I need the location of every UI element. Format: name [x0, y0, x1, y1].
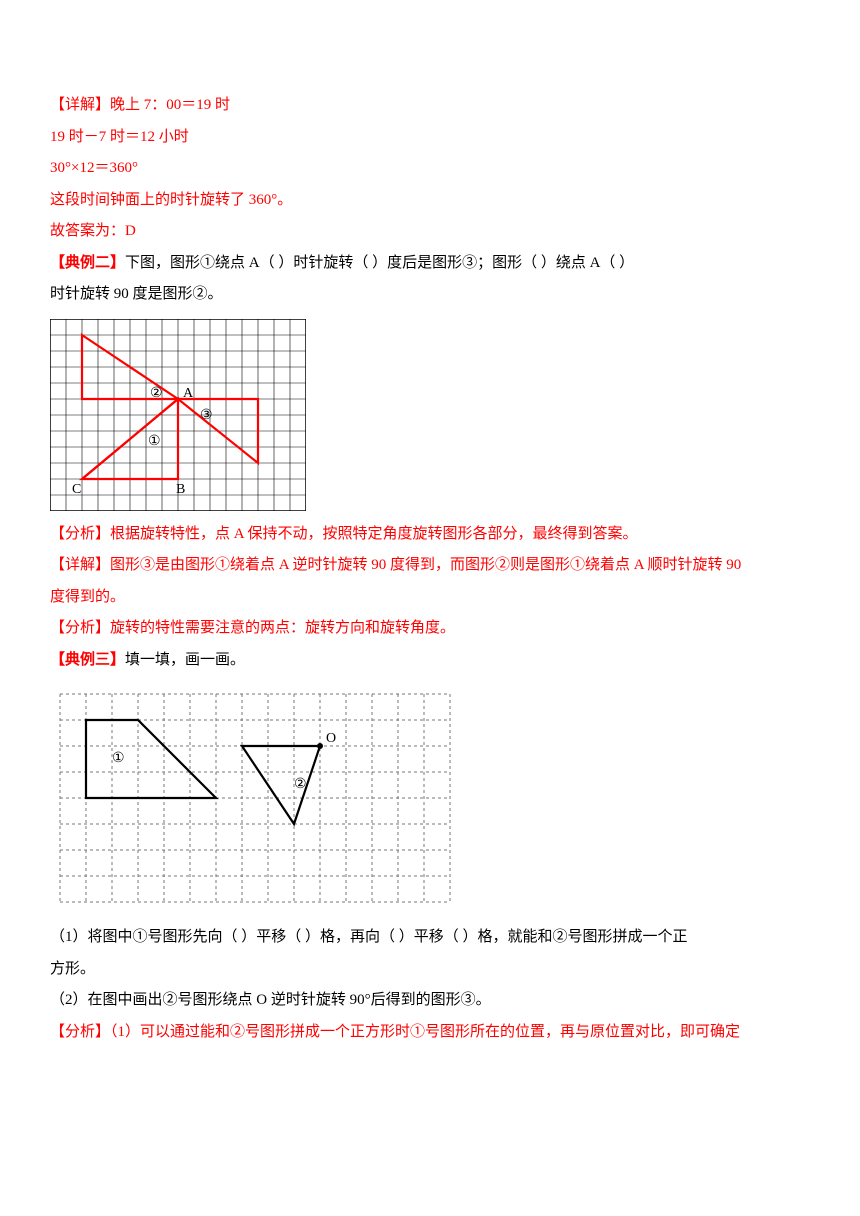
page: 【详解】晚上 7：00＝19 时 19 时－7 时＝12 小时 30°×12＝3… — [0, 0, 860, 1088]
example-text: 下图，图形①绕点 A（ ）时针旋转（ ）度后是图形③；图形（ ）绕点 A（ ） — [125, 255, 634, 271]
svg-text:①: ① — [148, 434, 161, 449]
analysis-line: 【分析】（1）可以通过能和②号图形拼成一个正方形时①号图形所在的位置，再与原位置… — [50, 1017, 810, 1049]
example-text: 填一填，画一画。 — [125, 652, 245, 668]
question-1-cont: 方形。 — [50, 954, 810, 986]
svg-text:②: ② — [150, 386, 163, 401]
calc-line: 30°×12＝360° — [50, 153, 810, 185]
svg-text:B: B — [176, 482, 185, 497]
answer-line: 故答案为：D — [50, 216, 810, 248]
detail-line-cont: 度得到的。 — [50, 582, 810, 614]
question-1: （1）将图中①号图形先向（ ）平移（ ）格，再向（ ）平移（ ）格，就能和②号图… — [50, 922, 810, 954]
svg-text:③: ③ — [200, 408, 213, 423]
example-tag: 【典例二】 — [50, 255, 125, 271]
example-2-prompt: 【典例二】下图，图形①绕点 A（ ）时针旋转（ ）度后是图形③；图形（ ）绕点 … — [50, 248, 810, 280]
grid-figure-icon: ① ② O — [50, 684, 460, 914]
detail-line: 【详解】图形③是由图形①绕着点 A 逆时针旋转 90 度得到，而图形②则是图形①… — [50, 550, 810, 582]
svg-text:①: ① — [112, 751, 125, 766]
calc-line: 19 时－7 时＝12 小时 — [50, 122, 810, 154]
question-2: （2）在图中画出②号图形绕点 O 逆时针旋转 90°后得到的图形③。 — [50, 985, 810, 1017]
svg-text:A: A — [183, 386, 194, 401]
figure-1: A ② ① ③ B C — [50, 319, 810, 511]
grid-figure-icon: A ② ① ③ B C — [50, 319, 306, 511]
svg-text:C: C — [72, 482, 81, 497]
analysis-line: 【分析】旋转的特性需要注意的两点：旋转方向和旋转角度。 — [50, 613, 810, 645]
example-tag: 【典例三】 — [50, 652, 125, 668]
example-3-prompt: 【典例三】填一填，画一画。 — [50, 645, 810, 677]
result-line: 这段时间钟面上的时针旋转了 360°。 — [50, 185, 810, 217]
analysis-line: 【分析】根据旋转特性，点 A 保持不动，按照特定角度旋转图形各部分，最终得到答案… — [50, 519, 810, 551]
figure-2: ① ② O — [50, 684, 810, 914]
svg-text:②: ② — [294, 777, 307, 792]
example-2-prompt-cont: 时针旋转 90 度是图形②。 — [50, 279, 810, 311]
detail-line: 【详解】晚上 7：00＝19 时 — [50, 90, 810, 122]
svg-text:O: O — [326, 731, 336, 746]
